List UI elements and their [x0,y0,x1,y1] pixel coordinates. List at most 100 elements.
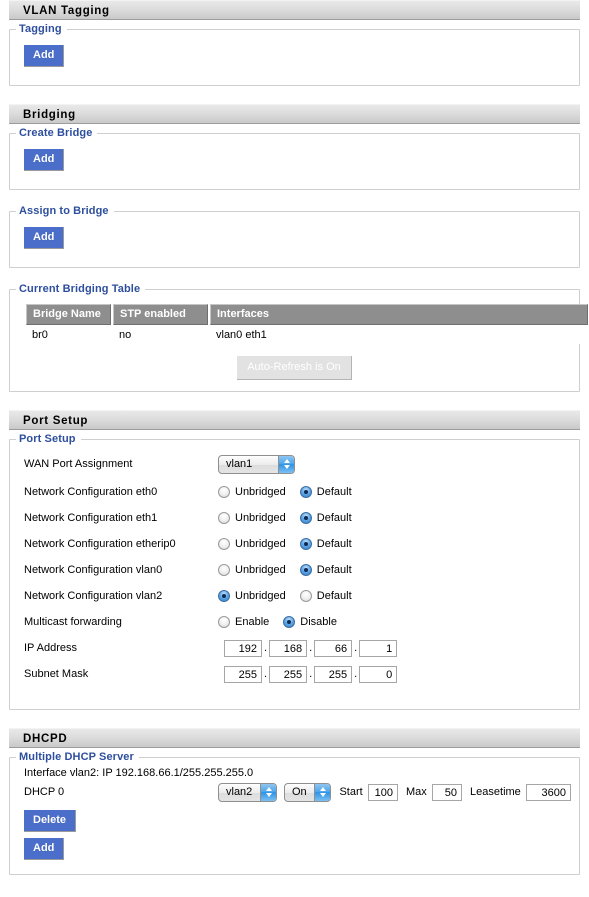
dhcp-delete-button[interactable]: Delete [24,810,77,832]
ip-dot-separator: . [264,642,268,654]
wan-port-assignment-select[interactable]: vlan1 [218,454,295,474]
section-header-bridging: Bridging [9,104,580,124]
radio-multicast-enable[interactable]: Enable [218,616,269,628]
subnet-mask-octet-2[interactable]: 255 [269,665,308,683]
dhcp-start-input[interactable]: 100 [367,783,398,801]
fieldset-create-bridge: Create Bridge Add [9,127,580,190]
radio-eth1-unbridged[interactable]: Unbridged [218,512,286,524]
radio-vlan2-default[interactable]: Default [299,590,352,602]
auto-refresh-container: Auto-Refresh is On [18,356,571,380]
radio-circle-icon [218,512,230,524]
label-multicast-forwarding: Multicast forwarding [24,616,122,628]
row-network-configuration-vlan0: Network Configuration vlan0 Unbridged De… [18,557,571,583]
legend-port-setup: Port Setup [16,433,81,445]
dhcp-state-select[interactable]: On [284,782,332,802]
row-dhcp-0: DHCP 0 vlan2 On Start 100 Max 50 Leaseti… [18,780,571,804]
label-network-configuration-eth1: Network Configuration eth1 [24,512,158,524]
radio-group-vlan2: Unbridged Default [218,590,352,602]
table-row: br0 no vlan0 eth1 [26,325,588,344]
label-ip-address: IP Address [24,642,77,654]
dhcp-interface-select[interactable]: vlan2 [218,782,277,802]
subnet-mask-octet-3[interactable]: 255 [314,665,353,683]
row-network-configuration-eth1: Network Configuration eth1 Unbridged Def… [18,505,571,531]
fieldset-port-setup: Port Setup WAN Port Assignment vlan1 Net… [9,433,580,710]
radio-group-multicast-forwarding: Enable Disable [218,616,337,628]
legend-assign-to-bridge: Assign to Bridge [16,205,114,217]
ip-dot-separator: . [354,668,358,680]
radio-group-vlan0: Unbridged Default [218,564,352,576]
radio-circle-icon [299,590,312,602]
radio-circle-selected-icon [299,564,312,576]
legend-create-bridge: Create Bridge [16,127,98,139]
column-header-bridge-name: Bridge Name [26,304,111,325]
radio-multicast-disable[interactable]: Disable [283,616,337,628]
ip-address-octet-1[interactable]: 192 [224,639,262,657]
section-header-port-setup: Port Setup [9,410,580,430]
cell-stp-enabled: no [113,325,208,344]
dhcp-leasetime-input[interactable]: 3600 [525,783,571,801]
ip-address-octet-2[interactable]: 168 [269,639,308,657]
radio-circle-icon [218,486,230,498]
dhcp-interface-value: vlan2 [226,785,253,798]
label-network-configuration-eth0: Network Configuration eth0 [24,486,158,498]
radio-vlan0-default[interactable]: Default [299,564,352,576]
ip-dot-separator: . [309,668,313,680]
row-multicast-forwarding: Multicast forwarding Enable Disable [18,609,571,635]
column-header-stp-enabled: STP enabled [113,304,208,325]
fieldset-current-bridging-table: Current Bridging Table Bridge Name STP e… [9,283,588,392]
legend-multiple-dhcp-server: Multiple DHCP Server [16,751,139,763]
section-header-vlan-tagging: VLAN Tagging [9,0,580,20]
label-dhcp-0: DHCP 0 [24,786,65,798]
row-ip-address: IP Address 192 . 168 . 66 . 1 [18,635,571,661]
radio-circle-selected-icon [299,486,312,498]
label-subnet-mask: Subnet Mask [24,668,89,680]
section-header-dhcpd: DHCPD [9,728,580,748]
radio-circle-icon [218,564,230,576]
ip-dot-separator: . [309,642,313,654]
ip-address-octet-3[interactable]: 66 [314,639,353,657]
radio-circle-icon [218,538,230,550]
radio-etherip0-default[interactable]: Default [299,538,352,550]
radio-vlan0-unbridged[interactable]: Unbridged [218,564,286,576]
stepper-icon[interactable] [314,783,331,801]
radio-eth1-default[interactable]: Default [299,512,352,524]
bridging-table: Bridge Name STP enabled Interfaces br0 n… [24,304,589,344]
label-dhcp-leasetime: Leasetime [470,786,521,798]
radio-eth0-default[interactable]: Default [299,486,352,498]
row-network-configuration-vlan2: Network Configuration vlan2 Unbridged De… [18,583,571,609]
dhcp-max-input[interactable]: 50 [431,783,463,801]
ip-dot-separator: . [354,642,358,654]
radio-circle-selected-icon [218,590,230,602]
label-dhcp-max: Max [405,786,427,798]
table-header-row: Bridge Name STP enabled Interfaces [26,304,588,325]
column-header-interfaces: Interfaces [210,304,588,325]
label-network-configuration-vlan2: Network Configuration vlan2 [24,590,163,602]
label-network-configuration-etherip0: Network Configuration etherip0 [24,538,176,550]
row-network-configuration-etherip0: Network Configuration etherip0 Unbridged… [18,531,571,557]
wan-port-assignment-value: vlan1 [226,457,253,470]
radio-circle-selected-icon [299,512,312,524]
ip-dot-separator: . [264,668,268,680]
subnet-mask-octet-1[interactable]: 255 [224,665,262,683]
legend-tagging: Tagging [16,23,67,35]
radio-eth0-unbridged[interactable]: Unbridged [218,486,286,498]
tagging-add-button[interactable]: Add [24,45,65,67]
auto-refresh-button[interactable]: Auto-Refresh is On [237,356,352,380]
create-bridge-add-button[interactable]: Add [24,149,65,171]
cell-interfaces: vlan0 eth1 [210,325,588,344]
fieldset-multiple-dhcp-server: Multiple DHCP Server Interface vlan2: IP… [9,751,580,875]
radio-group-etherip0: Unbridged Default [218,538,352,550]
dhcp-button-stack: Delete Add [18,804,571,860]
ip-address-octet-4[interactable]: 1 [359,639,398,657]
label-network-configuration-vlan0: Network Configuration vlan0 [24,564,163,576]
radio-group-eth1: Unbridged Default [218,512,352,524]
assign-to-bridge-add-button[interactable]: Add [24,227,65,249]
radio-vlan2-unbridged[interactable]: Unbridged [218,590,286,602]
radio-group-eth0: Unbridged Default [218,486,352,498]
stepper-icon[interactable] [278,455,294,473]
radio-etherip0-unbridged[interactable]: Unbridged [218,538,286,550]
subnet-mask-octet-4[interactable]: 0 [359,665,398,683]
stepper-icon[interactable] [260,783,276,801]
dhcp-add-button[interactable]: Add [24,838,65,860]
dhcp-state-value: On [292,785,307,798]
